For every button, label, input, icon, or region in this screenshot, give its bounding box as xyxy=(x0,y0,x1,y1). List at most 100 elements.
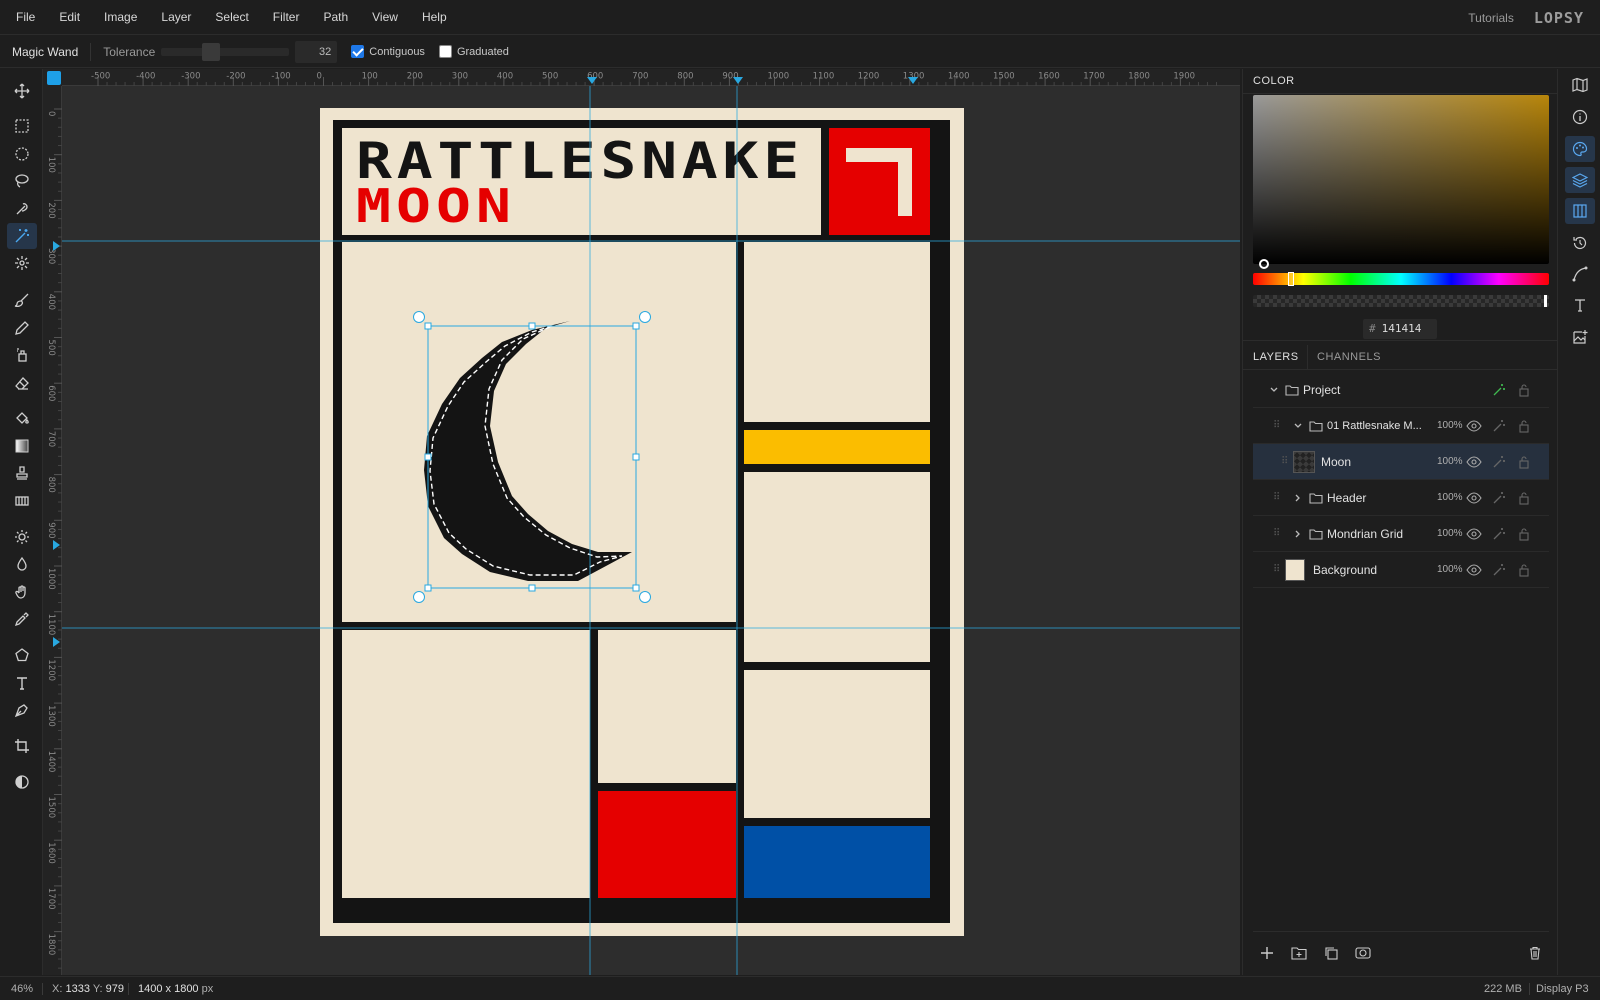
effects-icon[interactable] xyxy=(1492,455,1506,469)
alpha-slider-handle[interactable] xyxy=(1544,295,1547,307)
effects-icon[interactable] xyxy=(1492,563,1506,577)
pattern-tool[interactable] xyxy=(7,488,37,514)
rotate-handle-top-left[interactable] xyxy=(413,311,425,323)
layers-tab[interactable]: LAYERS xyxy=(1245,345,1307,369)
eyedropper-tool[interactable] xyxy=(7,606,37,632)
ellipse-select-tool[interactable] xyxy=(7,141,37,167)
channels-panel-button[interactable] xyxy=(1565,198,1595,224)
bucket-tool[interactable] xyxy=(7,405,37,431)
pencil-tool[interactable] xyxy=(7,315,37,341)
ruler-corner[interactable] xyxy=(43,69,62,86)
effects-icon[interactable] xyxy=(1492,383,1506,397)
layer-opacity[interactable]: 100% xyxy=(1437,492,1463,503)
menu-image[interactable]: Image xyxy=(92,0,149,35)
chevron-right-icon[interactable] xyxy=(1293,493,1303,503)
chevron-down-icon[interactable] xyxy=(1293,421,1303,431)
duplicate-layer-button[interactable] xyxy=(1321,943,1341,963)
lock-icon[interactable] xyxy=(1518,383,1530,397)
hue-slider[interactable] xyxy=(1253,272,1549,286)
drag-handle-icon[interactable]: ⠿ xyxy=(1273,564,1280,575)
quick-select-tool[interactable] xyxy=(7,196,37,222)
layer-opacity[interactable]: 100% xyxy=(1437,456,1463,467)
handle-top-center[interactable] xyxy=(528,322,536,330)
guide-marker[interactable] xyxy=(53,637,60,647)
navigator-button[interactable] xyxy=(1565,72,1595,98)
spot-heal-tool[interactable] xyxy=(7,250,37,276)
layer-row-header[interactable]: ⠿ Header 100% xyxy=(1253,480,1549,516)
lock-icon[interactable] xyxy=(1518,527,1530,541)
stamp-tool[interactable] xyxy=(7,460,37,486)
eye-icon[interactable] xyxy=(1466,419,1482,432)
handle-bottom-center[interactable] xyxy=(528,584,536,592)
canvas-area[interactable]: RATTLESNAKE MOON xyxy=(62,86,1240,975)
handle-bottom-right[interactable] xyxy=(632,584,640,592)
vertical-ruler[interactable]: 0 100 200 300 400 500 600 700 800 900 1000 1100 1200… xyxy=(43,86,62,975)
tutorials-link[interactable]: Tutorials xyxy=(1468,11,1514,25)
crop-tool[interactable] xyxy=(7,733,37,759)
delete-layer-button[interactable] xyxy=(1525,943,1545,963)
layer-row-background[interactable]: ⠿ Background 100% xyxy=(1253,552,1549,588)
lock-icon[interactable] xyxy=(1518,491,1530,505)
chevron-right-icon[interactable] xyxy=(1293,529,1303,539)
rect-select-tool[interactable] xyxy=(7,113,37,139)
hand-tool[interactable] xyxy=(7,579,37,605)
blur-tool[interactable] xyxy=(7,551,37,577)
history-button[interactable] xyxy=(1565,230,1595,256)
channels-tab[interactable]: CHANNELS xyxy=(1309,345,1389,369)
guide-marker[interactable] xyxy=(53,540,60,550)
info-button[interactable] xyxy=(1565,104,1595,130)
layer-opacity[interactable]: 100% xyxy=(1437,420,1463,431)
drag-handle-icon[interactable]: ⠿ xyxy=(1273,528,1280,539)
contiguous-option[interactable]: Contiguous xyxy=(351,45,425,58)
move-tool[interactable] xyxy=(7,78,37,104)
lock-icon[interactable] xyxy=(1518,455,1530,469)
layer-row-mondrian-grid[interactable]: ⠿ Mondrian Grid 100% xyxy=(1253,516,1549,552)
drag-handle-icon[interactable]: ⠿ xyxy=(1281,456,1288,467)
hue-slider-handle[interactable] xyxy=(1288,272,1294,286)
layers-panel-button[interactable] xyxy=(1565,167,1595,193)
color-picker-field[interactable] xyxy=(1253,95,1549,269)
shape-tool[interactable] xyxy=(7,642,37,668)
tolerance-slider-thumb[interactable] xyxy=(202,42,221,61)
menu-edit[interactable]: Edit xyxy=(47,0,92,35)
color-panel-tab[interactable]: COLOR xyxy=(1245,69,1303,93)
layer-mask-button[interactable] xyxy=(1353,943,1373,963)
chevron-down-icon[interactable] xyxy=(1269,385,1279,395)
document-canvas[interactable]: RATTLESNAKE MOON xyxy=(62,86,1240,975)
layer-row-moon[interactable]: ⠿ Moon 100% xyxy=(1253,444,1549,480)
eye-icon[interactable] xyxy=(1466,491,1482,504)
add-layer-button[interactable] xyxy=(1257,943,1277,963)
dodge-tool[interactable] xyxy=(7,524,37,550)
handle-top-right[interactable] xyxy=(632,322,640,330)
layer-row-rattlesnake-group[interactable]: ⠿ 01 Rattlesnake M... 100% xyxy=(1253,408,1549,444)
menu-filter[interactable]: Filter xyxy=(261,0,312,35)
rotate-handle-bottom-right[interactable] xyxy=(639,591,651,603)
menu-select[interactable]: Select xyxy=(203,0,260,35)
text-tool[interactable] xyxy=(7,670,37,696)
drag-handle-icon[interactable]: ⠿ xyxy=(1273,492,1280,503)
character-button[interactable] xyxy=(1565,292,1595,318)
menu-path[interactable]: Path xyxy=(311,0,360,35)
graduated-option[interactable]: Graduated xyxy=(438,45,509,58)
menu-file[interactable]: File xyxy=(0,0,47,35)
color-picker-cursor[interactable] xyxy=(1259,259,1269,269)
eye-icon[interactable] xyxy=(1466,455,1482,468)
tolerance-input[interactable]: 32 xyxy=(295,40,338,63)
handle-middle-left[interactable] xyxy=(424,453,432,461)
menu-help[interactable]: Help xyxy=(410,0,459,35)
effects-icon[interactable] xyxy=(1492,419,1506,433)
layer-opacity[interactable]: 100% xyxy=(1437,564,1463,575)
effects-icon[interactable] xyxy=(1492,527,1506,541)
handle-bottom-left[interactable] xyxy=(424,584,432,592)
hex-color-input[interactable]: #141414 xyxy=(1363,319,1437,339)
contiguous-checkbox[interactable] xyxy=(351,45,365,58)
color-profile[interactable]: Display P3 xyxy=(1536,977,1589,1000)
clone-tool[interactable] xyxy=(7,342,37,368)
ruler-origin-marker[interactable] xyxy=(47,71,61,85)
lasso-tool[interactable] xyxy=(7,168,37,194)
lock-icon[interactable] xyxy=(1518,419,1530,433)
rotate-handle-bottom-left[interactable] xyxy=(413,591,425,603)
gradient-tool[interactable] xyxy=(7,433,37,459)
graduated-checkbox[interactable] xyxy=(438,45,452,58)
eraser-tool[interactable] xyxy=(7,370,37,396)
